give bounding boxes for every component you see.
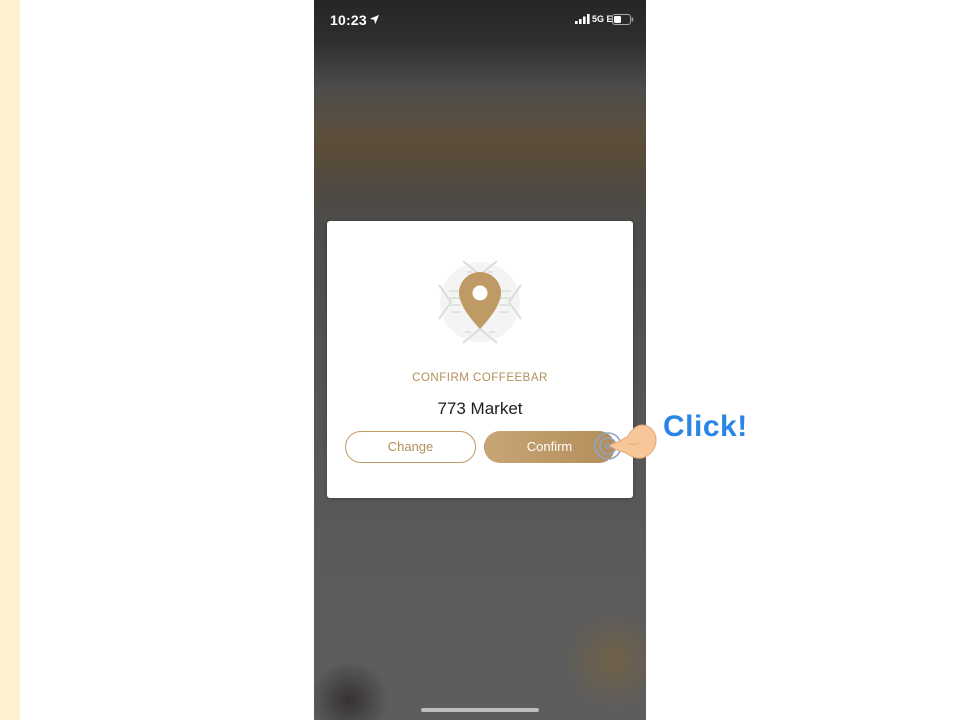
dialog-title: CONFIRM COFFEEBAR bbox=[412, 372, 548, 384]
background-blur bbox=[314, 665, 394, 720]
status-time: 10:23 bbox=[330, 12, 367, 28]
click-annotation: Click! bbox=[663, 410, 748, 443]
left-accent-strip bbox=[0, 0, 20, 720]
confirm-coffeebar-dialog: CONFIRM COFFEEBAR 773 Market Change Conf… bbox=[327, 221, 633, 498]
map-pin-icon bbox=[438, 260, 522, 344]
change-button[interactable]: Change bbox=[345, 431, 476, 463]
status-bar: 10:23 5G E bbox=[314, 0, 646, 40]
battery-icon bbox=[612, 14, 634, 25]
signal-bars-icon bbox=[575, 14, 590, 24]
tutorial-slide: 10:23 5G E CONFIRM COFFEEBAR 773 Market … bbox=[0, 0, 960, 720]
location-name: 773 Market bbox=[437, 399, 523, 418]
network-type: 5G E bbox=[592, 14, 613, 24]
phone-screen: 10:23 5G E CONFIRM COFFEEBAR 773 Market … bbox=[314, 0, 646, 720]
background-blur bbox=[564, 610, 646, 710]
home-indicator bbox=[421, 708, 539, 712]
location-arrow-icon bbox=[369, 14, 380, 25]
pointing-hand-icon bbox=[594, 424, 657, 460]
